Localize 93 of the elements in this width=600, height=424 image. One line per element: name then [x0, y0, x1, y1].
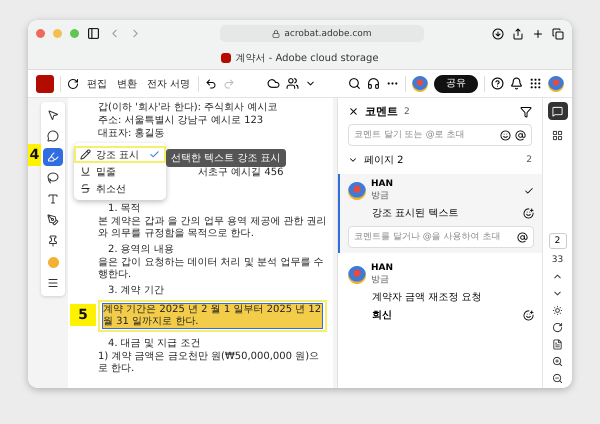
- comment-author: HAN: [371, 179, 394, 189]
- zoom-dot-icon[interactable]: [70, 29, 79, 38]
- close-icon[interactable]: [348, 106, 359, 117]
- highlighter-icon: [47, 151, 59, 163]
- reply-input[interactable]: 코멘트를 달거나 @을 사용하여 초대: [354, 232, 513, 242]
- url-text: acrobat.adobe.com: [284, 28, 372, 38]
- menu-button[interactable]: 변환: [115, 76, 139, 90]
- lasso-icon: [47, 172, 59, 184]
- document-text: 대표자: 홍길동: [98, 128, 166, 140]
- menu-item[interactable]: 강조 표시: [74, 146, 166, 163]
- at-sign-icon[interactable]: [515, 130, 526, 140]
- cloud-icon[interactable]: [267, 77, 280, 90]
- comment-time: 방금: [371, 274, 390, 286]
- sidebar-icon[interactable]: [87, 27, 100, 40]
- menu-item[interactable]: 밑줄: [74, 163, 166, 180]
- smile-icon[interactable]: [500, 130, 511, 140]
- address-bar[interactable]: acrobat.adobe.com: [220, 25, 424, 42]
- tabs-icon[interactable]: [552, 28, 564, 40]
- close-dot-icon[interactable]: [36, 29, 45, 38]
- comment-panel-button[interactable]: [548, 102, 568, 120]
- menu-item[interactable]: 취소선: [74, 180, 166, 197]
- pin-icon: [47, 235, 59, 247]
- lock-icon: [272, 30, 280, 38]
- document-text: 갑(이하 '회사'라 한다): 주식회사 예시코: [98, 102, 278, 114]
- selected-text[interactable]: 계약 기간은 2025 년 2 월 1 일부터 2025 년 12 월 31 일까지로 한다.: [103, 304, 322, 328]
- comment-card[interactable]: HAN 방금 강조 표시된 텍스트 코멘트를 달거나 @을 사용하여 초대: [338, 174, 542, 253]
- tab-title[interactable]: 계약서 - Adobe cloud storage: [235, 51, 379, 65]
- page-total: 33: [552, 255, 564, 265]
- page-number-field[interactable]: 2: [548, 233, 566, 249]
- document-text: 을은 갑이 요청하는 데이터 처리 및 분석 업무를 수행한다.: [98, 257, 324, 281]
- pencil-icon: [80, 149, 91, 160]
- page-group-label: 페이지 2: [364, 154, 404, 167]
- add-reaction-icon[interactable]: [523, 310, 534, 320]
- text-icon: [47, 193, 59, 205]
- undo-icon[interactable]: [205, 78, 218, 90]
- section-heading: 2. 용역의 내용: [107, 244, 175, 256]
- document-text: 서초구 예시길 456: [198, 167, 284, 179]
- people-icon[interactable]: [286, 77, 300, 90]
- rotate-icon[interactable]: [552, 322, 563, 333]
- section-heading: 3. 계약 기간: [107, 285, 165, 297]
- history-icon[interactable]: [67, 78, 79, 90]
- comment-author: HAN: [371, 263, 394, 273]
- pointer-icon: [47, 109, 59, 121]
- comment-field[interactable]: 코멘트 달기 또는 @로 초대: [348, 124, 532, 146]
- panel-title: 코멘트: [365, 104, 398, 119]
- zoom-in-icon[interactable]: [552, 356, 563, 367]
- add-reaction-icon[interactable]: [523, 208, 534, 218]
- comment-input[interactable]: 코멘트 달기 또는 @로 초대: [354, 130, 496, 140]
- document-text: 1) 계약 금액은 금오천만 원(₩50,000,000 원)으로 한다.: [98, 351, 320, 375]
- share-icon[interactable]: [512, 28, 524, 40]
- zoom-out-icon[interactable]: [552, 373, 563, 384]
- menu-button[interactable]: 전자 서명: [145, 76, 192, 90]
- menu-icon: [47, 277, 59, 289]
- comment-text: 계약자 금액 재조정 요청: [372, 291, 482, 304]
- comment-text: 강조 표시된 텍스트: [372, 207, 458, 220]
- avatar: [348, 266, 366, 284]
- section-heading: 4. 대금 및 지급 조건: [107, 338, 202, 350]
- sun-icon[interactable]: [552, 305, 563, 316]
- document-text: 본 계약은 갑과 을 간의 업무 용역 제공에 관한 권리와 의무를 규정함을 목적으로 한다.: [98, 216, 327, 240]
- reply-button[interactable]: 회신: [372, 308, 392, 322]
- comment-icon: [47, 130, 59, 142]
- grid-icon: [552, 130, 563, 140]
- callout-number: 4: [28, 144, 41, 166]
- new-tab-icon[interactable]: [532, 28, 544, 40]
- avatar[interactable]: [548, 76, 564, 92]
- avatar[interactable]: [412, 76, 428, 92]
- help-icon[interactable]: [491, 77, 504, 90]
- share-button[interactable]: 공유: [434, 74, 478, 92]
- strikethrough-icon: [80, 183, 91, 194]
- check-icon[interactable]: [524, 186, 534, 196]
- comment-count: 2: [404, 106, 410, 116]
- menu-button[interactable]: 편집: [85, 76, 109, 90]
- search-icon[interactable]: [348, 77, 361, 90]
- underline-icon: [80, 166, 91, 177]
- comment-time: 방금: [371, 190, 390, 202]
- filter-icon[interactable]: [520, 106, 532, 118]
- comment-icon: [552, 106, 563, 116]
- tooltip: 선택한 텍스트 강조 표시: [166, 149, 286, 167]
- document-icon[interactable]: [552, 339, 563, 350]
- minimize-dot-icon[interactable]: [53, 29, 62, 38]
- callout-number: 5: [70, 304, 96, 326]
- pen-icon: [47, 214, 59, 226]
- document-text: 주소: 서울특별시 강남구 예시로 123: [98, 115, 264, 127]
- download-icon[interactable]: [492, 28, 504, 40]
- apps-grid-icon[interactable]: [529, 77, 542, 90]
- section-heading: 1. 목적: [107, 203, 142, 215]
- bell-icon[interactable]: [510, 77, 523, 90]
- headphones-icon[interactable]: [367, 77, 380, 90]
- reply-field[interactable]: 코멘트를 달거나 @을 사용하여 초대: [348, 226, 534, 248]
- at-sign-icon[interactable]: [517, 232, 528, 242]
- avatar: [348, 182, 366, 200]
- page-comment-count: 2: [526, 155, 532, 165]
- color-dot-icon: [48, 256, 58, 268]
